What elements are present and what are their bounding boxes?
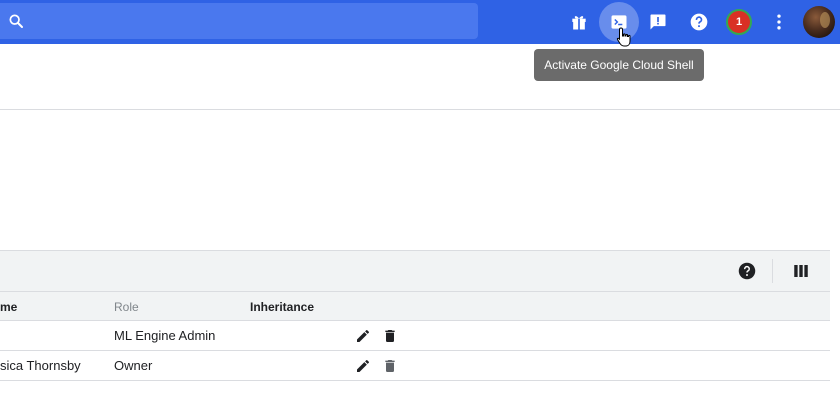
table-header: me Role Inheritance	[0, 291, 830, 321]
search-bar[interactable]	[0, 3, 478, 39]
role-cell: Owner	[114, 358, 153, 373]
help-button[interactable]	[683, 6, 715, 38]
toolbar-divider	[772, 259, 773, 283]
search-icon	[9, 14, 23, 28]
feedback-button[interactable]	[642, 6, 674, 38]
delete-icon[interactable]	[382, 328, 398, 344]
gift-button[interactable]	[563, 6, 595, 38]
pointer-cursor-icon	[616, 27, 631, 47]
role-cell: ML Engine Admin	[114, 328, 216, 343]
table-row: sica Thornsby Owner	[0, 351, 830, 381]
more-vert-icon	[777, 14, 781, 30]
column-header-member[interactable]: me	[0, 300, 17, 314]
help-icon	[690, 13, 708, 31]
table-row: ML Engine Admin	[0, 321, 830, 351]
section-divider	[0, 109, 840, 110]
column-display-icon[interactable]	[792, 262, 810, 280]
column-header-inheritance[interactable]: Inheritance	[250, 300, 314, 314]
more-options-button[interactable]	[763, 6, 795, 38]
column-header-role[interactable]: Role	[114, 300, 139, 314]
notification-badge[interactable]: 1	[726, 9, 752, 35]
edit-icon[interactable]	[355, 328, 371, 344]
top-app-bar: 1	[0, 0, 840, 44]
feedback-icon	[650, 14, 666, 30]
delete-icon[interactable]	[382, 358, 398, 374]
member-cell: sica Thornsby	[0, 358, 81, 373]
avatar[interactable]	[803, 6, 835, 38]
table-toolbar	[0, 251, 830, 291]
gift-icon	[572, 16, 586, 30]
search-input[interactable]	[32, 3, 472, 39]
tooltip: Activate Google Cloud Shell	[534, 49, 704, 81]
help-icon[interactable]	[738, 262, 756, 280]
edit-icon[interactable]	[355, 358, 371, 374]
